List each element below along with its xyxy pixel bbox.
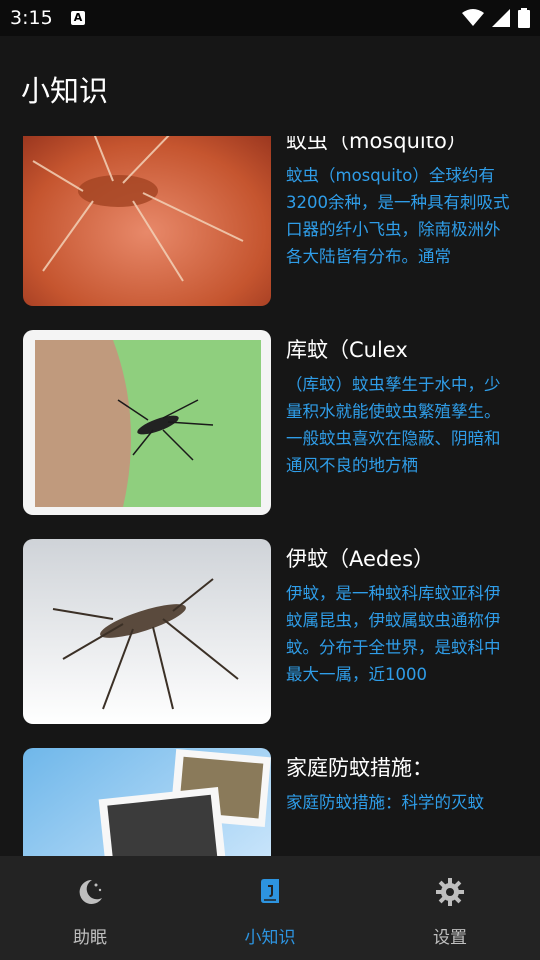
tab-label: 设置 xyxy=(433,928,467,948)
status-time: 3:15 xyxy=(10,7,53,29)
article-thumbnail xyxy=(23,748,271,856)
bottom-tab-bar: 助眠 小知识 设置 xyxy=(0,856,540,960)
moon-icon xyxy=(79,879,102,904)
article-description: 蚊虫（mosquito）全球约有3200余种，是一种具有刺吸式口器的纤小飞虫，除… xyxy=(286,166,510,266)
article-title: 蚊虫（mosquito） xyxy=(286,136,468,153)
tab-label: 助眠 xyxy=(73,928,107,948)
article-card[interactable]: 家庭防蚊措施： 家庭防蚊措施：科学的灭蚊 xyxy=(0,733,540,856)
tab-settings[interactable]: 设置 xyxy=(360,856,540,960)
gear-icon xyxy=(436,878,464,906)
article-description: （库蚊）蚊虫孳生于水中，少量积水就能使蚊虫繁殖孳生。一般蚊虫喜欢在隐蔽、阴暗和通… xyxy=(286,375,501,475)
signal-icon xyxy=(492,9,510,27)
article-title: 家庭防蚊措施： xyxy=(286,756,433,780)
status-bar: 3:15 A xyxy=(0,0,540,36)
article-thumbnail xyxy=(23,539,271,724)
page-title: 小知识 xyxy=(21,74,109,108)
tab-knowledge[interactable]: 小知识 xyxy=(180,856,360,960)
article-card[interactable]: 伊蚊（Aedes） 伊蚊，是一种蚊科库蚊亚科伊蚊属昆虫，伊蚊属蚊虫通称伊蚊。分布… xyxy=(0,524,540,733)
status-icons xyxy=(462,8,530,28)
article-list[interactable]: 蚊虫（mosquito） 蚊虫（mosquito）全球约有3200余种，是一种具… xyxy=(0,136,540,856)
article-title: 库蚊（Culex xyxy=(286,338,408,362)
article-description: 伊蚊，是一种蚊科库蚊亚科伊蚊属昆虫，伊蚊属蚊虫通称伊蚊。分布于全世界，是蚊科中最… xyxy=(286,584,501,684)
article-card[interactable]: 蚊虫（mosquito） 蚊虫（mosquito）全球约有3200余种，是一种具… xyxy=(0,136,540,315)
article-thumbnail xyxy=(23,330,271,515)
article-card[interactable]: 库蚊（Culex （库蚊）蚊虫孳生于水中，少量积水就能使蚊虫繁殖孳生。一般蚊虫喜… xyxy=(0,315,540,524)
battery-icon xyxy=(518,8,530,28)
article-description: 家庭防蚊措施：科学的灭蚊 xyxy=(286,793,484,812)
app-header: 小知识 xyxy=(0,36,540,136)
book-icon xyxy=(261,879,279,903)
article-title: 伊蚊（Aedes） xyxy=(286,547,435,571)
tab-label: 小知识 xyxy=(244,928,296,948)
notification-icon: A xyxy=(71,11,85,25)
tab-sleep[interactable]: 助眠 xyxy=(0,856,180,960)
wifi-icon xyxy=(462,9,484,26)
article-thumbnail xyxy=(23,136,271,306)
